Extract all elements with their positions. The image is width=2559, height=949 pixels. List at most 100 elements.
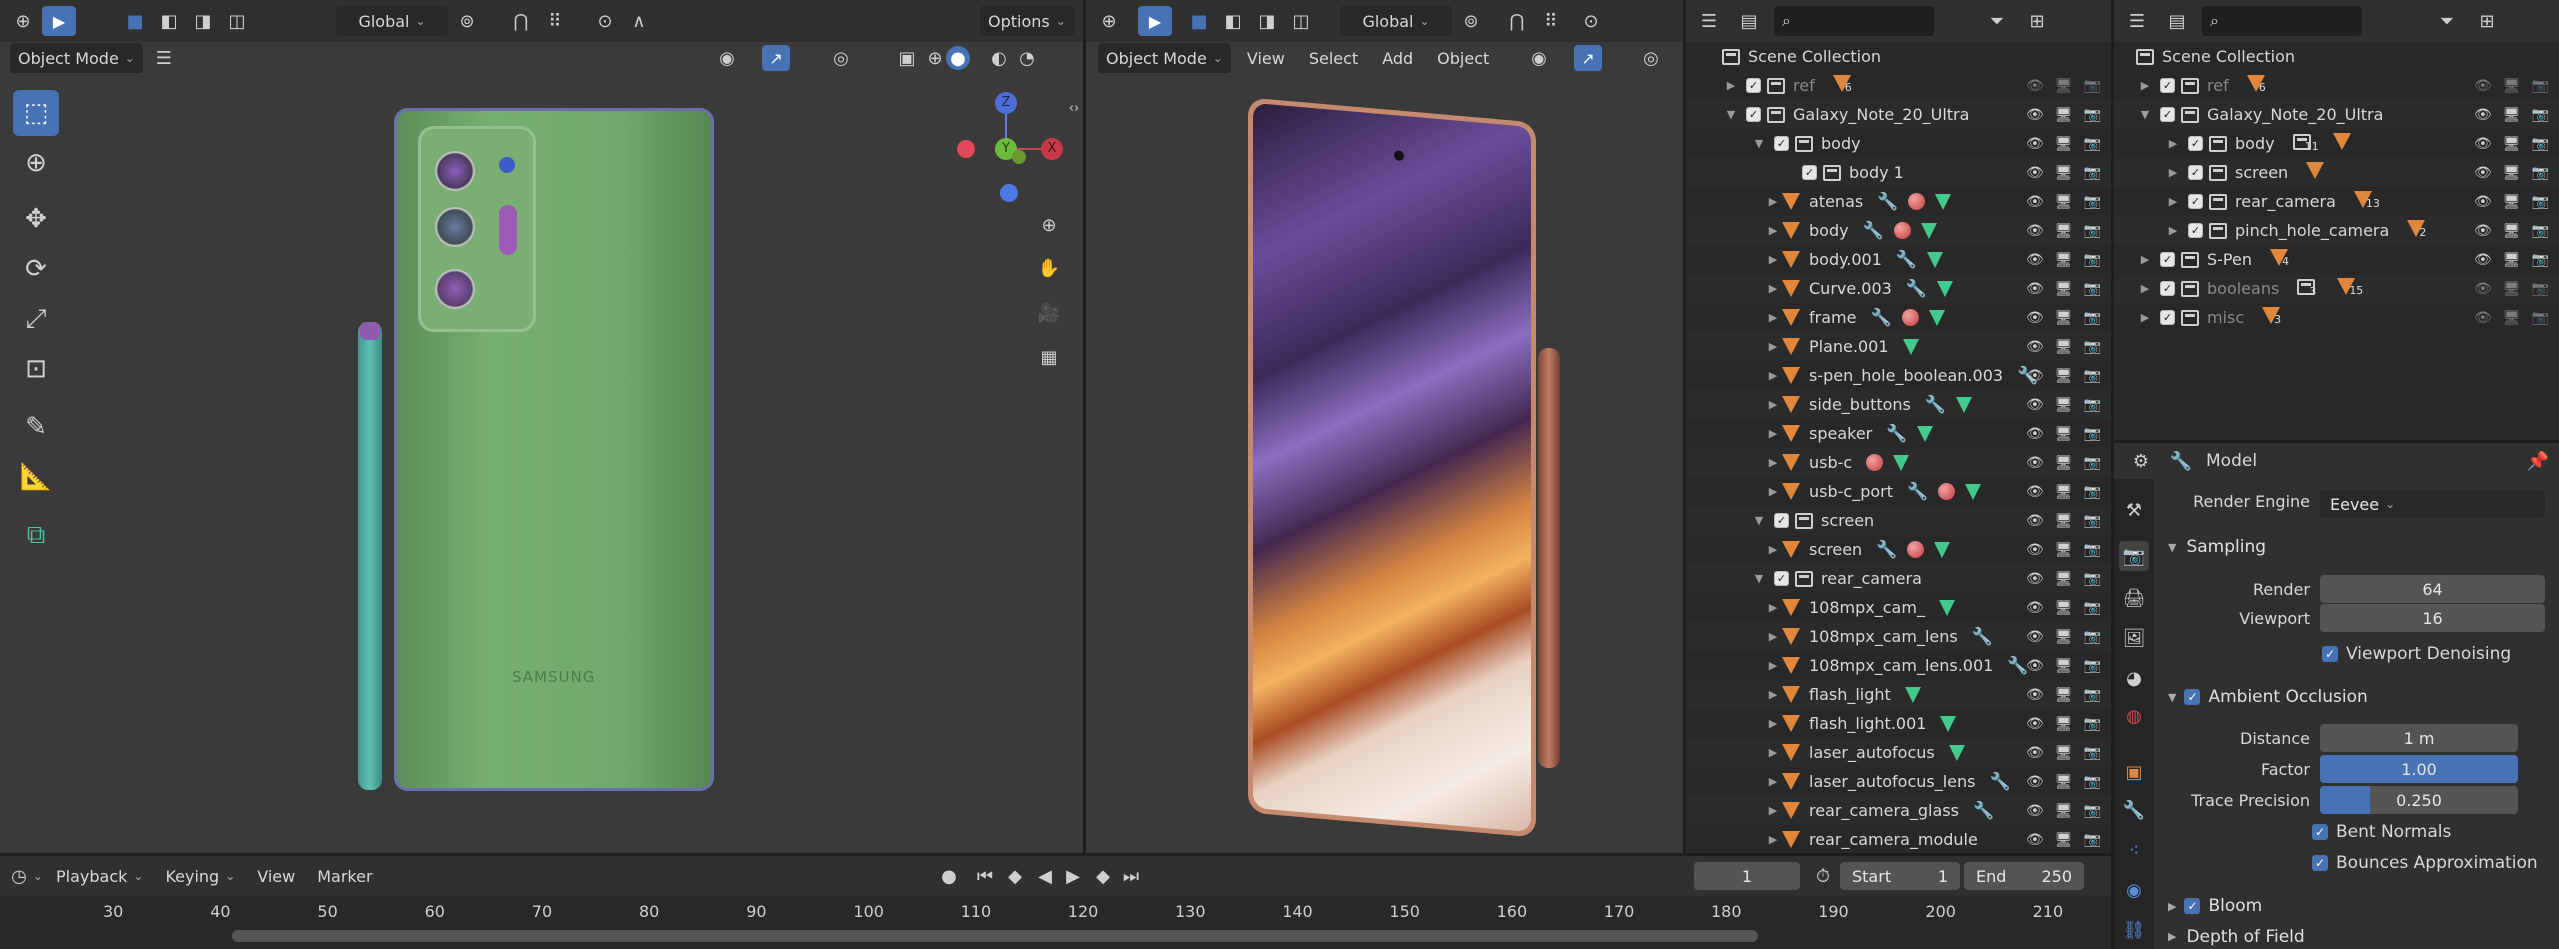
eye-icon[interactable]: 👁 [2474, 252, 2492, 268]
collapse-arrow-icon[interactable]: ▼ [1750, 137, 1768, 150]
modifier-wrench-icon[interactable]: 🔧 [1972, 627, 1993, 647]
exclude-checkbox[interactable]: ✓ [2160, 281, 2175, 296]
timeline-editor-icon[interactable]: ◷ [11, 861, 42, 891]
outliner1-row[interactable]: ▶ flash_light.001 👁 🖥 📷 [1686, 709, 2111, 738]
ao-distance-field[interactable]: 1 m [2320, 724, 2518, 752]
pan-hand-icon[interactable]: ✋ [1034, 253, 1064, 283]
exclude-checkbox[interactable]: ✓ [1774, 571, 1789, 586]
monitor-icon[interactable]: 🖥 [2055, 368, 2073, 384]
editor-type-icon-2[interactable]: ⊕ [1094, 6, 1124, 36]
pin-icon[interactable]: 📌 [2523, 446, 2553, 476]
outliner1-row[interactable]: ▶ body 🔧 👁 🖥 📷 [1686, 216, 2111, 245]
eye-icon[interactable]: 👁 [2026, 136, 2044, 152]
expand-arrow-icon[interactable]: ▶ [1764, 775, 1782, 788]
falloff-icon[interactable]: ∧ [624, 6, 654, 36]
editor-type-icon[interactable]: ⊕ [8, 6, 38, 36]
eye-icon[interactable]: 👁 [2026, 571, 2044, 587]
mesh-data-icon[interactable] [1927, 251, 1944, 268]
outliner1-row[interactable]: ▶ s-pen_hole_boolean.003 🔧 👁 🖥 📷 [1686, 361, 2111, 390]
camera-render-icon[interactable]: 📷 [2532, 223, 2549, 239]
mesh-data-icon[interactable] [1920, 222, 1937, 239]
bloom-panel-header[interactable]: ▶ ✓ Bloom [2168, 891, 2262, 921]
camera-render-icon[interactable]: 📷 [2084, 484, 2101, 500]
camera-render-icon[interactable]: 📷 [2084, 107, 2101, 123]
outliner1-row[interactable]: ✓ body 1 👁 🖥 📷 [1686, 158, 2111, 187]
snap-icon[interactable]: ⋂ [506, 6, 536, 36]
view-layer-tab-icon[interactable]: 🖼 [2119, 623, 2149, 653]
outliner1-row[interactable]: ▶ rear_camera_glass 🔧 👁 🖥 📷 [1686, 796, 2111, 825]
select-tool-icon[interactable]: ⬚ [13, 90, 59, 136]
monitor-icon[interactable]: 🖥 [2055, 339, 2073, 355]
collapse-arrow-icon[interactable]: ▼ [1722, 108, 1740, 121]
menu-select[interactable]: Select [1301, 43, 1366, 73]
camera-render-icon[interactable]: 📷 [2084, 629, 2101, 645]
rotate-tool-icon[interactable]: ⟳ [13, 246, 59, 292]
monitor-icon[interactable]: 🖥 [2055, 658, 2073, 674]
mesh-data-icon[interactable] [1940, 715, 1957, 732]
monitor-icon[interactable]: 🖥 [2055, 774, 2073, 790]
child-badge[interactable]: 2 [2407, 220, 2434, 241]
eye-icon[interactable]: 👁 [2026, 629, 2044, 645]
child-badge[interactable]: 3 [2262, 307, 2289, 328]
display-mode-icon[interactable]: ▤ [1734, 6, 1764, 36]
pivot-icon[interactable]: ⊚ [452, 6, 482, 36]
expand-arrow-icon[interactable]: ▶ [1764, 659, 1782, 672]
camera-render-icon[interactable]: 📷 [2532, 136, 2549, 152]
expand-arrow-icon[interactable]: ▶ [1764, 195, 1782, 208]
expand-arrow-icon[interactable]: ▶ [1764, 253, 1782, 266]
outliner1-row[interactable]: ▶ 108mpx_cam_ 👁 🖥 📷 [1686, 593, 2111, 622]
monitor-icon[interactable]: 🖥 [2055, 281, 2073, 297]
camera-view-icon[interactable]: 🎥 [1034, 298, 1064, 328]
render-engine-dropdown[interactable]: Eevee [2320, 490, 2545, 518]
camera-render-icon[interactable]: 📷 [2084, 78, 2101, 94]
camera-render-icon[interactable]: 📷 [2084, 716, 2101, 732]
expand-arrow-icon[interactable]: ▶ [2164, 195, 2182, 208]
camera-render-icon[interactable]: 📷 [2084, 339, 2101, 355]
mesh-data-icon[interactable] [1965, 483, 1982, 500]
select-mode-subtract-icon-2[interactable]: ◨ [1252, 6, 1282, 36]
eye-icon[interactable]: 👁 [2026, 368, 2044, 384]
menu-object[interactable]: Object [1429, 43, 1497, 73]
eye-icon[interactable]: 👁 [2026, 774, 2044, 790]
outliner1-row[interactable]: ▶ atenas 🔧 👁 🖥 📷 [1686, 187, 2111, 216]
expand-arrow-icon[interactable]: ▶ [1764, 746, 1782, 759]
outliner1-row[interactable]: ▶ 108mpx_cam_lens.001 🔧 👁 🖥 📷 [1686, 651, 2111, 680]
eye-icon[interactable]: 👁 [2474, 223, 2492, 239]
object-tab-icon[interactable]: ▣ [2119, 757, 2149, 787]
modifier-wrench-icon[interactable]: 🔧 [1907, 482, 1928, 502]
expand-arrow-icon[interactable]: ▶ [1764, 543, 1782, 556]
bloom-enable-checkbox[interactable]: ✓ [2184, 898, 2201, 914]
monitor-icon[interactable]: 🖥 [2055, 107, 2073, 123]
outliner2-row[interactable]: ▶ ✓ ref 6 👁 🖥 📷 [2114, 71, 2559, 100]
mesh-data-icon[interactable] [1948, 744, 1965, 761]
outliner-search-input[interactable]: ⌕ [1774, 6, 1934, 36]
camera-render-icon[interactable]: 📷 [2532, 165, 2549, 181]
expand-arrow-icon[interactable]: ▶ [1764, 688, 1782, 701]
eye-icon[interactable]: 👁 [2026, 542, 2044, 558]
expand-arrow-icon[interactable]: ▶ [2136, 79, 2154, 92]
display-mode-icon-2[interactable]: ▤ [2162, 6, 2192, 36]
camera-render-icon[interactable]: 📷 [2084, 832, 2101, 848]
snap-icon-2[interactable]: ⋂ [1502, 6, 1532, 36]
expand-arrow-icon[interactable]: ▶ [1764, 717, 1782, 730]
modifier-wrench-icon[interactable]: 🔧 [1876, 540, 1897, 560]
modifier-wrench-icon[interactable]: 🔧 [1863, 221, 1884, 241]
menu-view[interactable]: View [1239, 43, 1293, 73]
expand-arrow-icon[interactable]: ▶ [2136, 311, 2154, 324]
measure-tool-icon[interactable]: 📐 [13, 454, 59, 500]
eye-icon[interactable]: 👁 [2474, 281, 2492, 297]
outliner1-row[interactable]: ▶ Curve.003 🔧 👁 🖥 📷 [1686, 274, 2111, 303]
collapse-arrow-icon[interactable]: ‹› [1065, 93, 1083, 123]
pivot-icon-2[interactable]: ⊚ [1456, 6, 1486, 36]
outliner1-row[interactable]: ▶ frame 🔧 👁 🖥 📷 [1686, 303, 2111, 332]
eye-icon[interactable]: 👁 [2026, 716, 2044, 732]
outliner2-row[interactable]: ▶ ✓ pinch_hole_camera 2 👁 🖥 📷 [2114, 216, 2559, 245]
camera-render-icon[interactable]: 📷 [2532, 252, 2549, 268]
expand-arrow-icon[interactable]: ▶ [2164, 137, 2182, 150]
child-badge[interactable]: 4 [2270, 249, 2297, 270]
child-badge[interactable] [2306, 162, 2333, 183]
child-badge[interactable]: 11 [2292, 133, 2319, 154]
camera-render-icon[interactable]: 📷 [2532, 107, 2549, 123]
jump-end-icon[interactable]: ⏭ [1116, 861, 1146, 891]
mesh-data-icon[interactable] [1956, 396, 1973, 413]
